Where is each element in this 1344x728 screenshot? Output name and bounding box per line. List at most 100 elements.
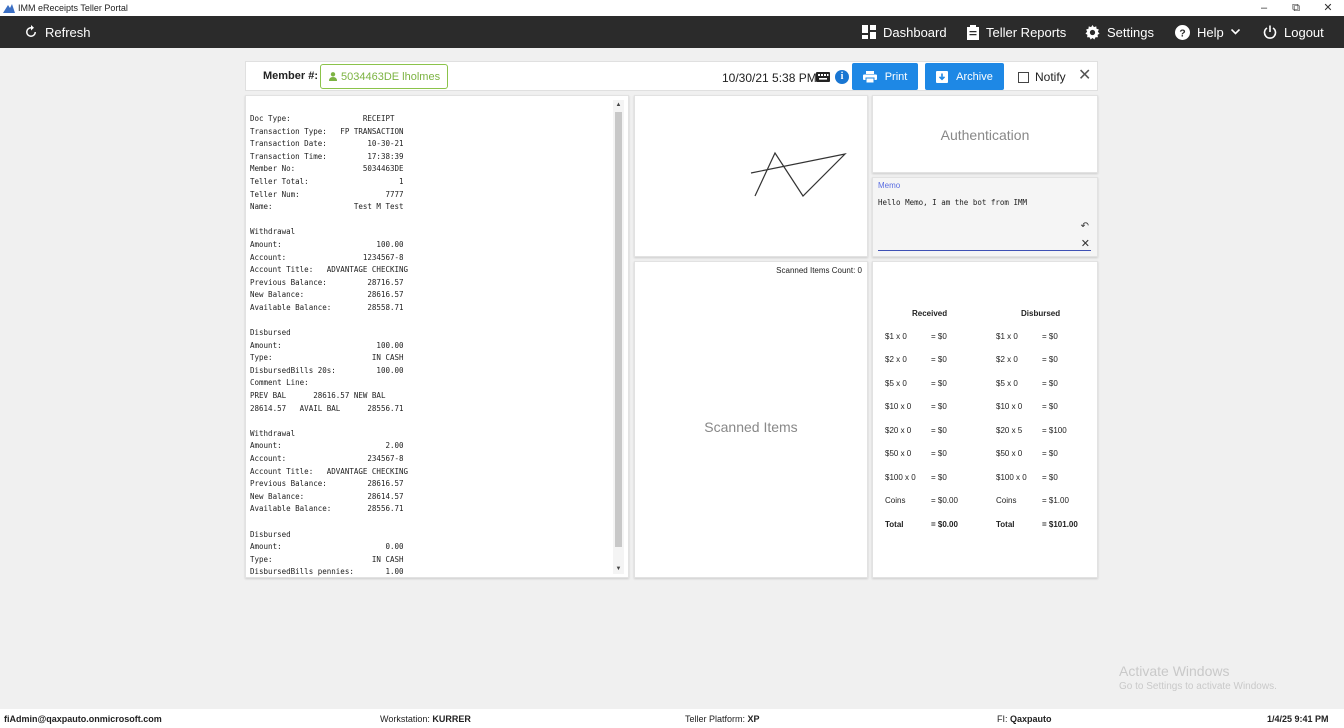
scanned-items-count: Scanned Items Count: 0: [776, 266, 862, 275]
help-menu[interactable]: ? Help: [1175, 16, 1240, 48]
member-value: 5034463DE lholmes: [341, 70, 441, 83]
disbursed-total-cell: = $1.00: [1042, 496, 1069, 505]
disbursed-total-cell: = $101.00: [1042, 520, 1078, 529]
received-header: Received: [912, 309, 948, 318]
disbursed-total-cell: = $0: [1042, 402, 1058, 411]
logout-button[interactable]: Logout: [1263, 16, 1324, 48]
received-total-cell: = $0: [931, 426, 947, 435]
scanned-items-panel: Scanned Items Count: 0 Scanned Items: [634, 261, 868, 578]
window-title: IMM eReceipts Teller Portal: [18, 3, 128, 13]
authentication-panel[interactable]: Authentication: [872, 95, 1098, 173]
disbursed-denom-cell: Coins: [996, 496, 1017, 505]
disbursed-denom-cell: $100 x 0: [996, 473, 1027, 482]
receipt-panel: Doc Type: RECEIPT Transaction Type: FP T…: [245, 95, 629, 578]
info-icon[interactable]: i: [835, 70, 849, 84]
received-denom-cell: $20 x 0: [885, 426, 912, 435]
gear-icon: [1085, 24, 1100, 39]
status-workstation: Workstation: KURRER: [380, 714, 471, 724]
disbursed-denom-cell: $5 x 0: [996, 379, 1018, 388]
received-total-cell: = $0.00: [931, 520, 958, 529]
received-total-cell: = $0: [931, 379, 947, 388]
teller-reports-link[interactable]: Teller Reports: [967, 16, 1066, 48]
title-bar: IMM eReceipts Teller Portal – ⧉ ✕: [0, 0, 1344, 16]
transaction-datetime: 10/30/21 5:38 PM: [722, 71, 817, 85]
scroll-up-icon[interactable]: ▲: [613, 102, 624, 108]
received-total-cell: = $0: [931, 402, 947, 411]
transaction-toolbar: Member #: 5034463DE lholmes 10/30/21 5:3…: [245, 61, 1098, 91]
keyboard-icon[interactable]: [816, 72, 830, 82]
archive-button[interactable]: Archive: [925, 63, 1004, 90]
received-denom-cell: $50 x 0: [885, 449, 912, 458]
received-denom-cell: Coins: [885, 496, 906, 505]
status-fi: FI: Qaxpauto: [997, 714, 1052, 724]
member-label: Member #:: [263, 70, 319, 82]
dashboard-link[interactable]: Dashboard: [862, 16, 947, 48]
status-platform: Teller Platform: XP: [685, 714, 760, 724]
received-denom-cell: Total: [885, 520, 904, 529]
archive-icon: [936, 70, 949, 83]
activate-windows-watermark: Activate Windows Go to Settings to activ…: [1119, 663, 1277, 692]
received-denom-cell: $10 x 0: [885, 402, 912, 411]
disbursed-total-cell: = $0: [1042, 332, 1058, 341]
signature-panel: [634, 95, 868, 257]
refresh-icon: [26, 25, 36, 37]
top-nav: Refresh Dashboard Teller Reports Setting…: [0, 16, 1344, 48]
scanned-items-label: Scanned Items: [704, 419, 798, 435]
received-total-cell: = $0: [931, 473, 947, 482]
notify-checkbox[interactable]: Notify: [1018, 70, 1066, 84]
app-logo-icon: [3, 4, 15, 13]
disbursed-total-cell: = $100: [1042, 426, 1067, 435]
signature-image: [750, 151, 847, 197]
chevron-down-icon: [1230, 29, 1240, 35]
received-denom-cell: $1 x 0: [885, 332, 907, 341]
restore-button[interactable]: ⧉: [1280, 0, 1312, 16]
checkbox-box[interactable]: [1018, 71, 1029, 83]
power-icon: [1263, 25, 1277, 39]
disbursed-total-cell: = $0: [1042, 449, 1058, 458]
received-total-cell: = $0.00: [931, 496, 958, 505]
settings-link[interactable]: Settings: [1085, 16, 1154, 48]
minimize-button[interactable]: –: [1248, 0, 1280, 16]
undo-icon[interactable]: ↶: [1081, 221, 1089, 232]
memo-field[interactable]: Memo Hello Memo, I am the bot from IMM ↶…: [872, 177, 1098, 257]
disbursed-total-cell: = $0: [1042, 473, 1058, 482]
memo-underline: [878, 250, 1091, 251]
disbursed-total-cell: = $0: [1042, 355, 1058, 364]
disbursed-denom-cell: $50 x 0: [996, 449, 1023, 458]
disbursed-total-cell: = $0: [1042, 379, 1058, 388]
clipboard-icon: [967, 24, 979, 40]
authentication-label: Authentication: [940, 127, 1030, 143]
status-datetime: 1/4/25 9:41 PM: [1267, 714, 1329, 724]
printer-icon: [862, 70, 877, 83]
receipt-text: Doc Type: RECEIPT Transaction Type: FP T…: [250, 114, 409, 577]
disbursed-denom-cell: $20 x 5: [996, 426, 1023, 435]
disbursed-header: Disbursed: [1021, 309, 1061, 318]
received-total-cell: = $0: [931, 332, 947, 341]
disbursed-denom-cell: $1 x 0: [996, 332, 1018, 341]
status-user: fiAdmin@qaxpauto.onmicrosoft.com: [4, 714, 162, 724]
received-denom-cell: $5 x 0: [885, 379, 907, 388]
received-denom-cell: $2 x 0: [885, 355, 907, 364]
svg-text:?: ?: [1179, 28, 1185, 39]
close-icon[interactable]: ✕: [1078, 68, 1091, 84]
receipt-scrollbar[interactable]: ▲ ▼: [613, 100, 624, 574]
received-total-cell: = $0: [931, 355, 947, 364]
member-chip[interactable]: 5034463DE lholmes: [320, 64, 448, 89]
dashboard-icon: [862, 25, 876, 39]
print-button[interactable]: Print: [852, 63, 918, 90]
help-icon: ?: [1175, 24, 1190, 40]
close-window-button[interactable]: ✕: [1312, 0, 1344, 16]
disbursed-denom-cell: $10 x 0: [996, 402, 1023, 411]
disbursed-denom-cell: Total: [996, 520, 1015, 529]
clear-icon[interactable]: ✕: [1081, 237, 1090, 250]
disbursed-denom-cell: $2 x 0: [996, 355, 1018, 364]
scroll-down-icon[interactable]: ▼: [613, 566, 624, 572]
refresh-button[interactable]: Refresh: [24, 16, 91, 48]
memo-label: Memo: [878, 181, 901, 190]
memo-text[interactable]: Hello Memo, I am the bot from IMM: [878, 198, 1027, 207]
user-icon: [329, 72, 337, 81]
status-bar: fiAdmin@qaxpauto.onmicrosoft.com Worksta…: [0, 709, 1344, 728]
cash-summary-panel: Received Disbursed $1 x 0 = $0 $2 x 0 = $0 $…: [872, 261, 1098, 578]
received-total-cell: = $0: [931, 449, 947, 458]
scroll-thumb[interactable]: [615, 112, 622, 547]
